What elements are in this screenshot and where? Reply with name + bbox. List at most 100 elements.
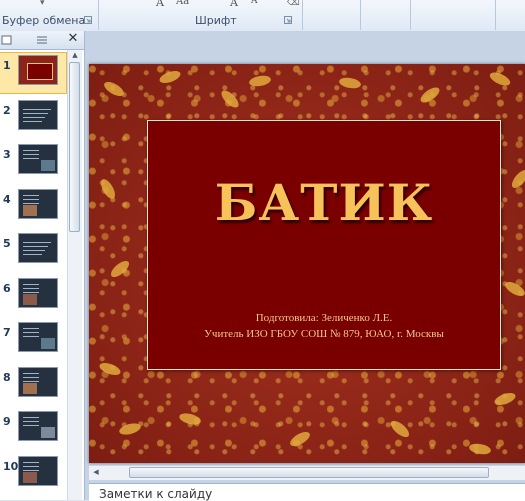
thumbnail-text-line bbox=[23, 372, 39, 374]
slide-thumbnail-item[interactable]: 9 bbox=[0, 409, 66, 449]
scroll-left-arrow-icon[interactable]: ◀ bbox=[89, 467, 103, 478]
horizontal-scrollbar[interactable]: ◀ bbox=[89, 465, 525, 480]
thumbnail-picture bbox=[23, 293, 37, 305]
thumbnail-text-line bbox=[23, 291, 39, 293]
slide-thumbnail-item[interactable]: 5 bbox=[0, 231, 66, 271]
slide-number: 2 bbox=[3, 103, 11, 117]
horizontal-scrollbar-thumb[interactable] bbox=[129, 467, 489, 478]
font-group-label: Шрифт bbox=[195, 14, 237, 27]
slide-thumbnail-item[interactable]: 7 bbox=[0, 320, 66, 360]
slide-number: 10 bbox=[3, 459, 19, 473]
thumbnail-picture bbox=[41, 338, 55, 349]
scroll-up-arrow-icon[interactable]: ▲ bbox=[68, 50, 82, 61]
batik-leaf-motif bbox=[388, 418, 412, 440]
slide-thumbnail-item[interactable]: 8 bbox=[0, 365, 66, 405]
thumbnail-text-line bbox=[23, 246, 48, 247]
slide-thumbnail bbox=[18, 455, 58, 486]
batik-leaf-motif bbox=[418, 84, 442, 106]
thumbnail-text-line bbox=[23, 336, 39, 337]
slide-subtitle-school: Учитель ИЗО ГБОУ СОШ № 879, ЮАО, г. Моск… bbox=[204, 328, 444, 340]
ribbon: ▾ Буфер обмена A Aa A A ⌫ Шрифт bbox=[0, 0, 525, 32]
slide-thumbnail bbox=[18, 411, 58, 441]
batik-leaf-motif bbox=[468, 442, 492, 456]
slide-thumbnail-item[interactable]: 10 bbox=[0, 454, 66, 494]
ribbon-separator bbox=[360, 0, 361, 30]
slide-title: БАТИК bbox=[214, 173, 434, 232]
thumbnail-text-line bbox=[23, 154, 39, 155]
slides-tab-icon[interactable] bbox=[0, 33, 16, 47]
scrollbar-thumb[interactable] bbox=[69, 62, 80, 232]
batik-leaf-motif bbox=[509, 167, 525, 191]
slide-thumbnail-item[interactable]: 1 bbox=[0, 52, 67, 94]
thumbnail-text-line bbox=[23, 461, 39, 463]
slides-pane-scrollbar[interactable]: ▲ bbox=[67, 50, 82, 500]
slide-subtitle-author: Подготовила: Зеличенко Л.Е. bbox=[255, 312, 393, 324]
thumbnail-picture bbox=[23, 471, 37, 483]
slides-pane: ✕ 1 2 3 4 5 6 7 8 9 10 ▲ bbox=[0, 31, 85, 500]
batik-leaf-motif bbox=[98, 176, 118, 202]
slide-thumbnail bbox=[18, 322, 58, 352]
batik-leaf-motif bbox=[118, 421, 142, 437]
change-case-button[interactable]: Aa bbox=[176, 0, 189, 7]
batik-leaf-motif bbox=[218, 87, 242, 111]
slide-number: 4 bbox=[3, 192, 11, 206]
clipboard-dialog-launcher-icon[interactable] bbox=[84, 16, 92, 24]
paste-dropdown-icon[interactable]: ▾ bbox=[40, 0, 45, 8]
thumbnail-text-line bbox=[23, 202, 39, 204]
current-slide[interactable]: БАТИК Подготовила: Зеличенко Л.Е. Учител… bbox=[89, 64, 525, 463]
font-dialog-launcher-icon[interactable] bbox=[284, 16, 292, 24]
slide-thumbnail-item[interactable]: 2 bbox=[0, 98, 66, 138]
thumbnail-title-box bbox=[27, 63, 53, 80]
thumbnail-text-line bbox=[23, 328, 39, 329]
ribbon-separator bbox=[495, 0, 496, 30]
title-placeholder[interactable]: БАТИК Подготовила: Зеличенко Л.Е. Учител… bbox=[147, 120, 501, 370]
thumbnail-text-line bbox=[23, 287, 39, 289]
batik-leaf-motif bbox=[101, 79, 127, 99]
font-grow-button[interactable]: A bbox=[156, 0, 164, 9]
batik-leaf-motif bbox=[487, 69, 513, 89]
thumbnail-text-line bbox=[23, 380, 39, 382]
thumbnail-text-line bbox=[23, 120, 42, 122]
slide-number: 3 bbox=[3, 148, 11, 161]
thumbnail-text-line bbox=[23, 421, 39, 422]
thumbnail-text-line bbox=[23, 465, 39, 467]
thumbnail-text-line bbox=[23, 376, 39, 378]
batik-leaf-motif bbox=[108, 258, 132, 280]
notes-pane[interactable]: Заметки к слайду bbox=[89, 483, 525, 501]
thumbnail-text-line bbox=[23, 242, 51, 243]
batik-leaf-motif bbox=[157, 68, 183, 86]
slide-number: 9 bbox=[3, 415, 11, 428]
slide-number: 8 bbox=[3, 370, 11, 384]
batik-leaf-motif bbox=[97, 360, 123, 378]
slide-number: 5 bbox=[3, 237, 11, 250]
slide-number: 6 bbox=[3, 281, 11, 295]
outline-tab-icon[interactable] bbox=[34, 33, 50, 47]
clipboard-group-label: Буфер обмена bbox=[2, 14, 86, 27]
thumbnail-text-line bbox=[23, 194, 39, 196]
batik-leaf-motif bbox=[502, 279, 525, 299]
thumbnail-text-line bbox=[23, 198, 39, 200]
close-pane-button[interactable]: ✕ bbox=[66, 32, 80, 46]
slide-thumbnail-item[interactable]: 3 bbox=[0, 142, 66, 182]
slide-thumbnail bbox=[18, 144, 58, 174]
thumbnail-text-line bbox=[23, 150, 39, 151]
thumbnail-text-line bbox=[23, 469, 39, 471]
slide-thumbnail bbox=[18, 233, 58, 263]
font-shrink-button[interactable]: A bbox=[251, 0, 258, 6]
font-color-button[interactable]: A bbox=[230, 0, 238, 9]
slide-thumbnail bbox=[18, 277, 58, 308]
thumbnail-picture bbox=[41, 160, 55, 171]
slide-number: 1 bbox=[3, 59, 11, 72]
slide-thumbnail bbox=[18, 99, 58, 130]
slide-thumbnail-item[interactable]: 4 bbox=[0, 187, 66, 227]
thumbnail-text-line bbox=[23, 332, 39, 333]
slide-thumbnail bbox=[18, 188, 58, 219]
thumbnail-text-line bbox=[23, 108, 51, 110]
ribbon-separator bbox=[98, 0, 99, 30]
thumbnail-text-line bbox=[23, 116, 45, 118]
thumbnail-text-line bbox=[23, 158, 39, 159]
slide-thumbnail-item[interactable]: 6 bbox=[0, 276, 66, 316]
thumbnail-text-line bbox=[23, 112, 48, 114]
thumbnail-text-line bbox=[23, 254, 42, 255]
clear-formatting-icon[interactable]: ⌫ bbox=[287, 0, 300, 8]
